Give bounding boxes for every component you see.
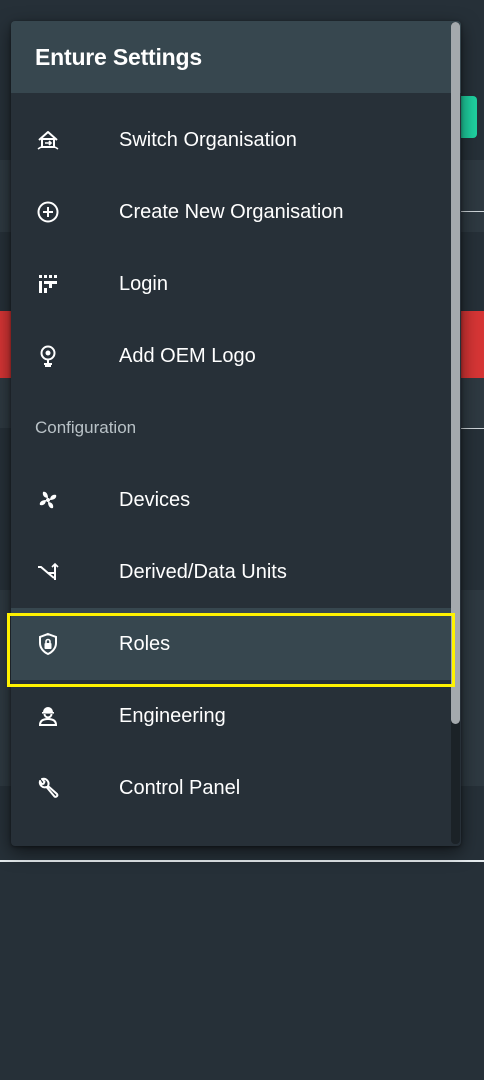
background-divider	[461, 428, 484, 429]
menu-item-devices[interactable]: Devices	[11, 464, 451, 536]
wrench-icon	[36, 776, 60, 800]
menu-item-switch-organisation[interactable]: Switch Organisation	[11, 104, 451, 176]
menu-item-label: Switch Organisation	[119, 128, 297, 151]
menu-item-label: Login	[119, 272, 168, 295]
fan-icon	[36, 488, 60, 512]
menu-item-engineering[interactable]: Engineering	[11, 680, 451, 752]
background-divider	[0, 860, 484, 862]
derived-units-icon	[36, 560, 60, 584]
menu-item-label: Devices	[119, 488, 191, 511]
shield-lock-icon	[36, 632, 60, 656]
settings-menu: Enture Settings Switch Organisation Crea…	[11, 21, 461, 846]
menu-item-login[interactable]: Login	[11, 248, 451, 320]
menu-item-label: Derived/Data Units	[119, 560, 287, 583]
background-divider	[461, 211, 484, 212]
menu-item-roles[interactable]: Roles	[11, 608, 451, 680]
menu-item-add-oem-logo[interactable]: Add OEM Logo	[11, 320, 451, 392]
menu-item-derived-data-units[interactable]: Derived/Data Units	[11, 536, 451, 608]
switch-organisation-icon	[36, 128, 60, 152]
menu-item-label: Add OEM Logo	[119, 344, 256, 367]
menu-item-label: Engineering	[119, 704, 226, 727]
menu-header: Enture Settings	[11, 21, 461, 93]
menu-title: Enture Settings	[35, 43, 202, 70]
background-topbar	[0, 0, 484, 21]
menu-item-label: Control Panel	[119, 776, 241, 799]
section-label-configuration: Configuration	[35, 418, 137, 437]
menu-item-control-panel[interactable]: Control Panel	[11, 752, 451, 824]
logo-badge-icon	[36, 344, 60, 368]
add-circle-icon	[36, 200, 60, 224]
menu-item-label: Roles	[119, 632, 171, 655]
menu-scrollbar-thumb[interactable]	[451, 22, 460, 724]
menu-item-label: Create New Organisation	[119, 200, 344, 223]
login-grid-icon	[36, 272, 60, 296]
menu-item-create-organisation[interactable]: Create New Organisation	[11, 176, 451, 248]
engineer-icon	[36, 704, 60, 728]
